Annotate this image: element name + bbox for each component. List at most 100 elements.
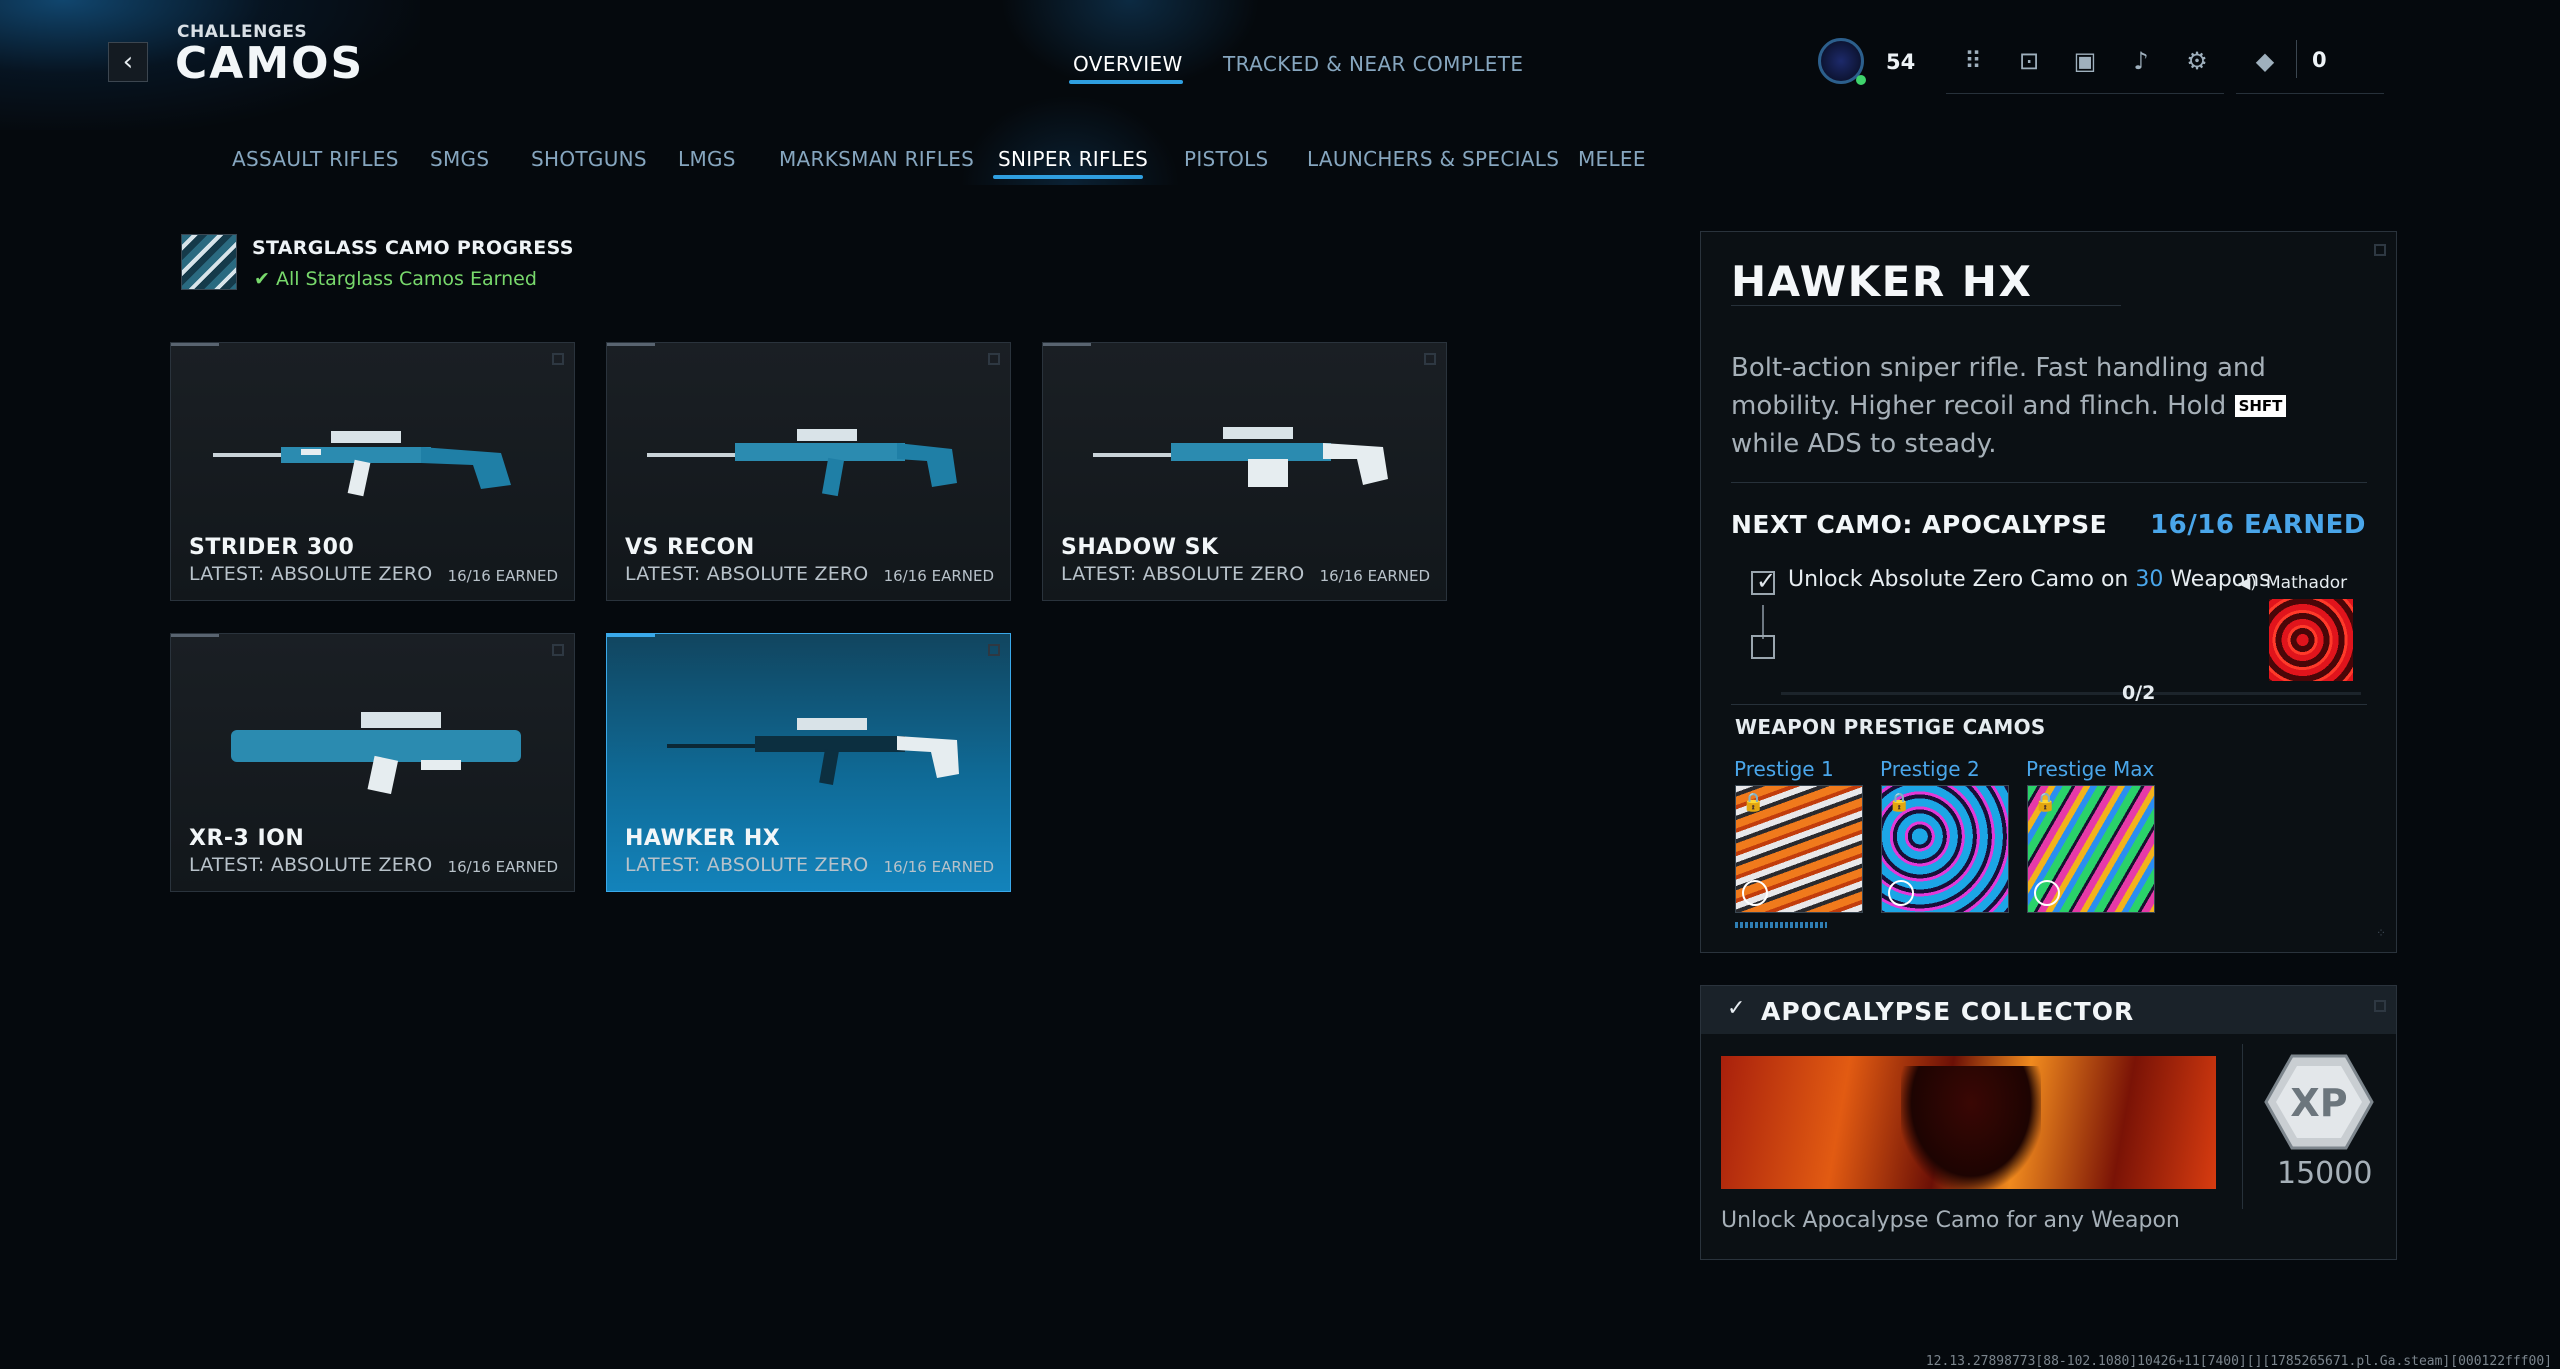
cat-shotguns[interactable]: SHOTGUNS [531, 147, 647, 171]
xp-badge-icon: XP [2264, 1054, 2374, 1150]
weapon-earned: 16/16 EARNED [447, 567, 558, 585]
weapon-latest-camo: LATEST: ABSOLUTE ZERO [1061, 563, 1305, 585]
panel-corner [2374, 244, 2386, 256]
panel-mark-icon: ⁘ [2375, 926, 2386, 940]
card-progress [607, 634, 655, 637]
weapon-description: Bolt-action sniper rifle. Fast handling … [1731, 349, 2331, 463]
cat-smgs[interactable]: SMGS [430, 147, 489, 171]
prestige-max-camo[interactable]: 🔒 [2027, 785, 2155, 913]
back-button[interactable]: ‹ [108, 42, 148, 82]
hud-separator [2296, 40, 2297, 78]
challenge-number: 30 [2135, 567, 2164, 592]
rifle-image [213, 431, 511, 497]
online-status-dot [1856, 75, 1866, 85]
weapon-latest-camo: LATEST: ABSOLUTE ZERO [625, 563, 869, 585]
collector-title: APOCALYPSE COLLECTOR [1761, 997, 2135, 1026]
challenge-text-start: Unlock Absolute Zero Camo on [1788, 567, 2136, 592]
lock-icon[interactable]: ⊡ [2014, 46, 2044, 76]
mail-icon[interactable]: ▣ [2070, 46, 2100, 76]
cat-pistols[interactable]: PISTOLS [1184, 147, 1269, 171]
divider [1731, 704, 2367, 705]
prestige-icon [1888, 880, 1914, 906]
collector-panel[interactable]: ✓ APOCALYPSE COLLECTOR XP 15000 Unlock A… [1700, 985, 2397, 1260]
checkbox-connector [1762, 605, 1764, 639]
currency-amount: 0 [2312, 48, 2327, 72]
prestige-2-label: Prestige 2 [1880, 757, 1980, 781]
weapon-latest-camo: LATEST: ABSOLUTE ZERO [189, 854, 433, 876]
check-icon: ✓ [1756, 567, 1777, 595]
tab-overview[interactable]: OVERVIEW [1073, 52, 1183, 76]
collector-description: Unlock Apocalypse Camo for any Weapon [1721, 1208, 2180, 1233]
next-camo-title: NEXT CAMO: APOCALYPSE [1731, 510, 2108, 539]
cat-lmgs[interactable]: LMGS [678, 147, 736, 171]
weapon-latest-camo: LATEST: ABSOLUTE ZERO [625, 854, 869, 876]
speaker-icon[interactable]: ◀) [2238, 573, 2257, 592]
weapon-card-xr-3-ion[interactable]: XR-3 ION LATEST: ABSOLUTE ZERO 16/16 EAR… [170, 633, 575, 892]
challenge-text: Unlock Absolute Zero Camo on 30 Weapons [1788, 567, 2271, 592]
grid-icon[interactable]: ⠿ [1958, 46, 1988, 76]
weapon-card-hawker-hx[interactable]: HAWKER HX LATEST: ABSOLUTE ZERO 16/16 EA… [606, 633, 1011, 892]
cat-assault-rifles[interactable]: ASSAULT RIFLES [232, 147, 399, 171]
weapon-earned: 16/16 EARNED [883, 858, 994, 876]
weapon-name: SHADOW SK [1061, 535, 1219, 560]
weapon-detail-panel: HAWKER HX Bolt-action sniper rifle. Fast… [1700, 231, 2397, 953]
banner-figure [1901, 1066, 2041, 1189]
apocalypse-banner-image [1721, 1056, 2216, 1189]
panel-corner [2374, 1000, 2386, 1012]
card-progress [1043, 343, 1091, 346]
xp-reward-value: 15000 [2277, 1156, 2373, 1191]
weapon-latest-camo: LATEST: ABSOLUTE ZERO [189, 563, 433, 585]
starglass-camo-icon [181, 234, 237, 290]
collector-separator [2242, 1044, 2243, 1209]
weapon-earned: 16/16 EARNED [447, 858, 558, 876]
cod-points-icon[interactable]: ◆ [2250, 46, 2280, 76]
weapon-card-strider-300[interactable]: STRIDER 300 LATEST: ABSOLUTE ZERO 16/16 … [170, 342, 575, 601]
cat-marksman-rifles[interactable]: MARKSMAN RIFLES [779, 147, 974, 171]
lock-icon: 🔒 [2034, 792, 2057, 813]
weapon-earned: 16/16 EARNED [1319, 567, 1430, 585]
weapon-card-shadow-sk[interactable]: SHADOW SK LATEST: ABSOLUTE ZERO 16/16 EA… [1042, 342, 1447, 601]
card-corner [1424, 353, 1436, 365]
reward-camo-swatch[interactable] [2269, 599, 2353, 681]
prestige-2-camo[interactable]: 🔒 [1881, 785, 2009, 913]
weapon-name: STRIDER 300 [189, 535, 355, 560]
card-progress [171, 634, 219, 637]
rifle-image [647, 429, 957, 497]
rifle-image [1093, 427, 1388, 487]
tab-tracked[interactable]: TRACKED & NEAR COMPLETE [1223, 52, 1523, 76]
weapon-name: HAWKER HX [625, 826, 781, 851]
prestige-header: WEAPON PRESTIGE CAMOS [1735, 715, 2046, 739]
weapon-name: XR-3 ION [189, 826, 305, 851]
divider [1731, 482, 2367, 483]
collector-header: ✓ APOCALYPSE COLLECTOR [1701, 986, 2396, 1034]
progress-status: ✔ All Starglass Camos Earned [254, 268, 537, 290]
cat-launchers-specials[interactable]: LAUNCHERS & SPECIALS [1307, 147, 1559, 171]
rifle-image [231, 712, 521, 794]
cat-melee[interactable]: MELEE [1578, 147, 1646, 171]
card-corner [552, 353, 564, 365]
challenge-progress-bar [1781, 692, 2361, 695]
prestige-1-camo[interactable]: 🔒 [1735, 785, 1863, 913]
desc-text: Bolt-action sniper rifle. Fast handling … [1731, 353, 2266, 421]
tab-overview-underline [1069, 80, 1183, 84]
card-corner [988, 353, 1000, 365]
prestige-1-label: Prestige 1 [1734, 757, 1834, 781]
cat-sniper-rifles[interactable]: SNIPER RIFLES [998, 147, 1148, 171]
gear-icon[interactable]: ⚙ [2182, 46, 2212, 76]
desc-text-end: while ADS to steady. [1731, 429, 1997, 459]
lock-icon: 🔒 [1742, 792, 1765, 813]
xp-badge-label: XP [2290, 1081, 2347, 1125]
page-title: CAMOS [175, 38, 365, 89]
divider [1731, 305, 2121, 306]
prestige-max-label: Prestige Max [2026, 757, 2155, 781]
bell-icon[interactable]: ♪ [2126, 46, 2156, 76]
detail-weapon-name: HAWKER HX [1731, 257, 2033, 306]
card-corner [988, 644, 1000, 656]
prestige-icon [1742, 880, 1768, 906]
player-level: 54 [1886, 50, 1916, 74]
rifle-image [667, 718, 959, 785]
challenge-progress-count: 0/2 [2122, 682, 2156, 704]
challenge-checkbox-empty [1751, 635, 1775, 659]
weapon-card-vs-recon[interactable]: VS RECON LATEST: ABSOLUTE ZERO 16/16 EAR… [606, 342, 1011, 601]
weapon-earned: 16/16 EARNED [883, 567, 994, 585]
